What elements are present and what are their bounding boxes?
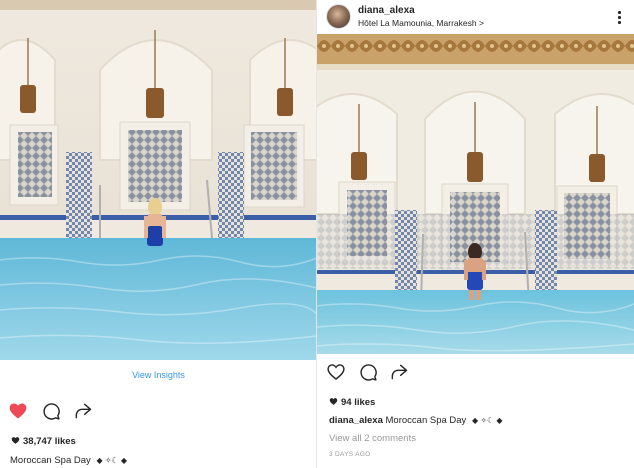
like-heart-small-icon [11, 437, 20, 444]
right-post: diana_alexa Hôtel La Mamounia, Marrakesh… [317, 0, 634, 468]
post-caption: Moroccan Spa Day ◆ ✧☾ ◆ [10, 455, 127, 466]
like-count-text: 38,747 likes [23, 436, 76, 447]
comment-icon[interactable] [41, 401, 61, 421]
share-icon[interactable] [389, 362, 409, 382]
comment-icon[interactable] [358, 362, 378, 382]
post-actions [317, 360, 634, 384]
heart-filled-icon[interactable] [8, 401, 28, 421]
caption-text: Moroccan Spa Day [385, 415, 467, 426]
post-photo[interactable] [317, 34, 634, 354]
like-count[interactable]: 38,747 likes [11, 436, 76, 447]
more-icon[interactable] [618, 11, 622, 25]
share-icon[interactable] [73, 401, 93, 421]
location-link[interactable]: Hôtel La Mamounia, Marrakesh > [358, 18, 484, 28]
like-count[interactable]: 94 likes [329, 397, 375, 408]
caption-text: Moroccan Spa Day [10, 455, 91, 466]
view-comments-link[interactable]: View all 2 comments [329, 433, 416, 444]
like-count-text: 94 likes [341, 397, 376, 408]
spa-pool-image [0, 0, 317, 360]
caption-emoji: ◆ ✧☾ ◆ [471, 416, 503, 425]
caption-username[interactable]: diana_alexa [329, 415, 383, 426]
heart-outline-icon[interactable] [326, 362, 346, 382]
post-timestamp: 3 DAYS AGO [329, 451, 371, 458]
post-header: diana_alexa Hôtel La Mamounia, Marrakesh… [317, 0, 634, 34]
post-actions [0, 399, 317, 423]
like-heart-small-icon [329, 398, 338, 405]
left-post: View Insights 38,747 likes Moroccan Spa … [0, 0, 317, 468]
spa-pool-image [317, 34, 634, 354]
header-username[interactable]: diana_alexa [358, 5, 415, 16]
post-photo[interactable] [0, 0, 317, 360]
post-caption: diana_alexa Moroccan Spa Day ◆ ✧☾ ◆ [329, 415, 503, 426]
caption-emoji: ◆ ✧☾ ◆ [96, 456, 128, 465]
view-insights-link[interactable]: View Insights [0, 370, 317, 380]
avatar[interactable] [326, 4, 351, 29]
